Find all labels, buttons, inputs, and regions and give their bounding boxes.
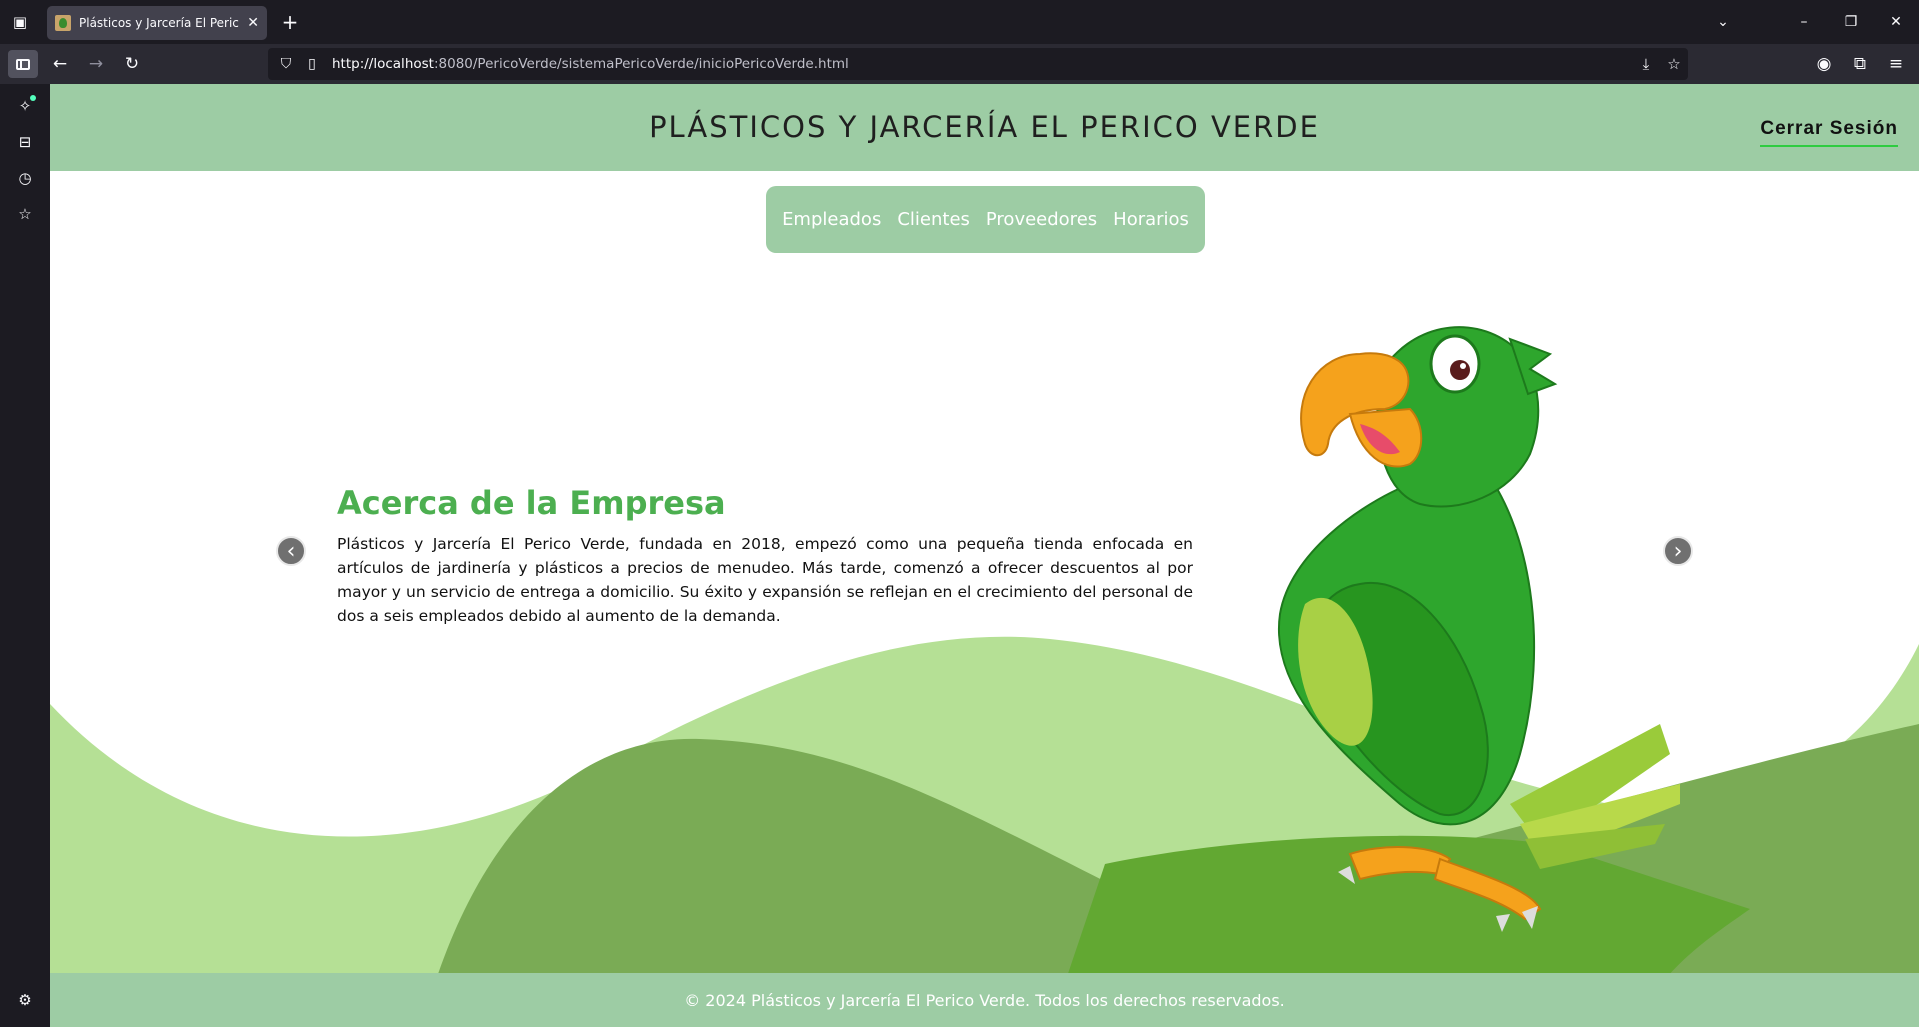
download-page-icon[interactable]: ⤓ bbox=[1634, 52, 1658, 76]
back-icon[interactable]: ← bbox=[48, 52, 72, 76]
shield-icon[interactable]: ⛉ bbox=[274, 52, 298, 76]
menu-item-empleados[interactable]: Empleados bbox=[782, 209, 881, 230]
page-title: PLÁSTICOS Y JARCERÍA EL PERICO VERDE bbox=[649, 110, 1320, 144]
menu-item-clientes[interactable]: Clientes bbox=[897, 209, 970, 230]
site-footer: © 2024 Plásticos y Jarcería El Perico Ve… bbox=[50, 973, 1919, 1027]
extensions-icon[interactable]: ⧉ bbox=[1848, 52, 1872, 76]
bookmarks-icon[interactable]: ☆ bbox=[13, 202, 37, 226]
footer-copyright: © 2024 Plásticos y Jarcería El Perico Ve… bbox=[684, 990, 1285, 1010]
sidebar-toggle-icon[interactable] bbox=[8, 50, 38, 78]
new-tab-icon[interactable]: + bbox=[278, 10, 302, 34]
page-icon[interactable]: ▯ bbox=[300, 52, 324, 76]
tab-list-icon[interactable]: ▣ bbox=[8, 10, 32, 34]
settings-gear-icon[interactable]: ⚙ bbox=[13, 988, 37, 1012]
url-bar[interactable]: ⛉ ▯ http://localhost:8080/PericoVerde/si… bbox=[268, 48, 1688, 80]
close-tab-icon[interactable]: ✕ bbox=[247, 15, 259, 31]
forward-icon[interactable]: → bbox=[84, 52, 108, 76]
browser-tab[interactable]: Plásticos y Jarcería El Perico Verde ✕ bbox=[47, 6, 267, 40]
about-section: Acerca de la Empresa Plásticos y Jarcerí… bbox=[337, 484, 1193, 628]
page-viewport: PLÁSTICOS Y JARCERÍA EL PERICO VERDE Cer… bbox=[50, 84, 1919, 1027]
bookmark-star-icon[interactable]: ☆ bbox=[1662, 52, 1686, 76]
menu-item-horarios[interactable]: Horarios bbox=[1113, 209, 1189, 230]
window-close-icon[interactable]: ✕ bbox=[1884, 10, 1908, 34]
history-icon[interactable]: ◷ bbox=[13, 166, 37, 190]
minimize-icon[interactable]: – bbox=[1792, 10, 1816, 34]
reload-icon[interactable]: ↻ bbox=[120, 52, 144, 76]
browser-nav-bar: ← → ↻ ⛉ ▯ http://localhost:8080/PericoVe… bbox=[0, 44, 1919, 84]
synced-tabs-icon[interactable]: ⊟ bbox=[13, 130, 37, 154]
site-header: PLÁSTICOS Y JARCERÍA EL PERICO VERDE Cer… bbox=[50, 84, 1919, 171]
main-menu: Empleados Clientes Proveedores Horarios bbox=[766, 186, 1205, 253]
tab-title: Plásticos y Jarcería El Perico Verde bbox=[79, 16, 239, 30]
url-text[interactable]: http://localhost:8080/PericoVerde/sistem… bbox=[332, 56, 849, 72]
about-title: Acerca de la Empresa bbox=[337, 484, 726, 522]
logout-button[interactable]: Cerrar Sesión bbox=[1760, 118, 1898, 147]
browser-sidebar: ✧ ⊟ ◷ ☆ ⚙ bbox=[0, 84, 50, 1027]
menu-icon[interactable]: ≡ bbox=[1884, 52, 1908, 76]
browser-tab-bar: ▣ Plásticos y Jarcería El Perico Verde ✕… bbox=[0, 0, 1919, 44]
about-text: Plásticos y Jarcería El Perico Verde, fu… bbox=[337, 535, 1193, 625]
account-icon[interactable]: ◉ bbox=[1812, 52, 1836, 76]
ai-sparkle-icon[interactable]: ✧ bbox=[13, 94, 37, 118]
parrot-illustration bbox=[1277, 326, 1680, 932]
carousel-prev-button[interactable]: ‹ bbox=[276, 536, 306, 566]
menu-item-proveedores[interactable]: Proveedores bbox=[986, 209, 1097, 230]
restore-icon[interactable]: ❐ bbox=[1839, 10, 1863, 34]
parrot-favicon-icon bbox=[55, 15, 71, 31]
chevron-down-icon[interactable]: ⌄ bbox=[1711, 10, 1735, 34]
